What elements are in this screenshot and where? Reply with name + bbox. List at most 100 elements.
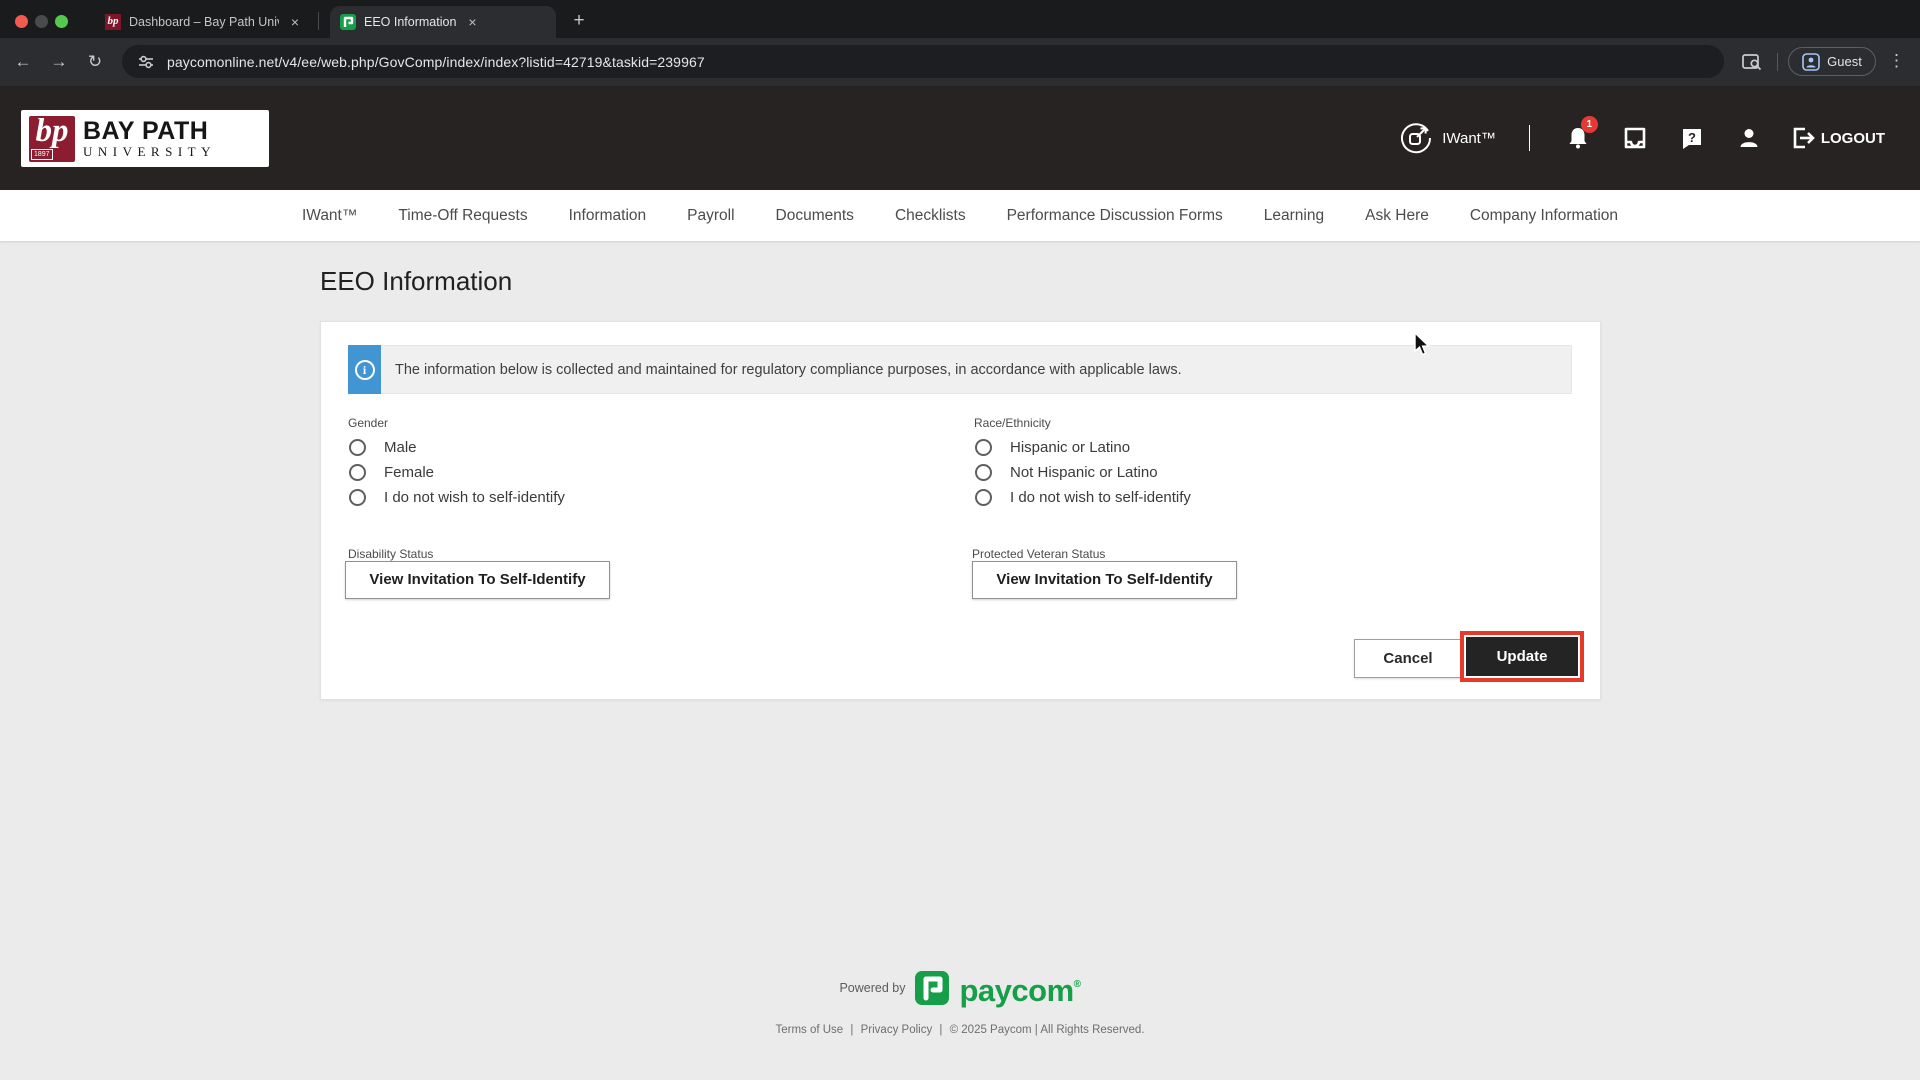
radio-icon[interactable] xyxy=(975,489,992,506)
radio-icon[interactable] xyxy=(975,439,992,456)
app-header: bp 1897 BAY PATH UNIVERSITY IWant™ 1 xyxy=(0,86,1920,190)
cancel-button[interactable]: Cancel xyxy=(1354,639,1462,678)
info-icon: i xyxy=(348,345,381,394)
radio-label: I do not wish to self-identify xyxy=(384,489,565,506)
radio-icon[interactable] xyxy=(975,464,992,481)
tab-search-icon[interactable] xyxy=(1741,51,1763,73)
tab-title: Dashboard – Bay Path Univers xyxy=(129,15,279,29)
toolbar-divider xyxy=(1777,53,1778,71)
nav-item-learning[interactable]: Learning xyxy=(1264,207,1324,225)
nav-item-company-information[interactable]: Company Information xyxy=(1470,207,1618,225)
bay-path-favicon-icon: bp xyxy=(105,14,121,30)
eeo-form-card: i The information below is collected and… xyxy=(320,321,1601,700)
traffic-light-minimize[interactable] xyxy=(35,15,48,28)
radio-option-not-hispanic[interactable]: Not Hispanic or Latino xyxy=(975,460,1191,485)
inbox-tray-icon xyxy=(1622,125,1648,151)
radio-option-male[interactable]: Male xyxy=(349,435,565,460)
nav-item-checklists[interactable]: Checklists xyxy=(895,207,966,225)
race-radio-group: Hispanic or Latino Not Hispanic or Latin… xyxy=(975,435,1191,510)
radio-icon[interactable] xyxy=(349,439,366,456)
header-actions: IWant™ 1 ? xyxy=(1399,86,1885,190)
notification-badge: 1 xyxy=(1581,116,1598,133)
radio-label: Not Hispanic or Latino xyxy=(1010,464,1158,481)
nav-item-payroll[interactable]: Payroll xyxy=(687,207,734,225)
help-button[interactable]: ? xyxy=(1677,123,1707,153)
browser-menu-button[interactable]: ⋮ xyxy=(1888,48,1905,74)
disability-status-label: Disability Status xyxy=(348,547,433,561)
iwant-label: IWant™ xyxy=(1442,130,1496,147)
logo-monogram: bp xyxy=(29,113,75,150)
paycom-logo-icon xyxy=(915,971,949,1005)
nav-item-performance-discussion-forms[interactable]: Performance Discussion Forms xyxy=(1007,207,1223,225)
logout-icon xyxy=(1791,125,1817,151)
logout-label: LOGOUT xyxy=(1821,130,1885,147)
site-info-icon[interactable] xyxy=(137,53,155,71)
terms-of-use-link[interactable]: Terms of Use xyxy=(775,1024,843,1036)
gender-label: Gender xyxy=(348,416,388,430)
page-title: EEO Information xyxy=(320,266,512,297)
browser-toolbar: ← → ↻ paycomonline.net/v4/ee/web.php/Gov… xyxy=(0,38,1920,86)
footer-separator: | xyxy=(850,1024,853,1036)
browser-profile-button[interactable]: Guest xyxy=(1788,47,1876,76)
info-glyph: i xyxy=(355,360,375,380)
radio-label: Hispanic or Latino xyxy=(1010,439,1130,456)
nav-item-information[interactable]: Information xyxy=(569,207,647,225)
url-text: paycomonline.net/v4/ee/web.php/GovComp/i… xyxy=(167,54,705,70)
tab-dashboard[interactable]: bp Dashboard – Bay Path Univers × xyxy=(95,6,317,38)
info-banner-text: The information below is collected and m… xyxy=(395,346,1182,393)
profile-button[interactable] xyxy=(1734,123,1764,153)
svg-text:?: ? xyxy=(1688,130,1696,145)
tab-close-icon[interactable]: × xyxy=(464,14,480,30)
paycom-favicon-icon xyxy=(340,14,356,30)
inbox-button[interactable] xyxy=(1620,123,1650,153)
address-bar[interactable]: paycomonline.net/v4/ee/web.php/GovComp/i… xyxy=(122,45,1724,78)
radio-label: I do not wish to self-identify xyxy=(1010,489,1191,506)
reload-button[interactable]: ↻ xyxy=(82,49,108,75)
nav-item-iwant[interactable]: IWant™ xyxy=(302,207,357,225)
header-divider xyxy=(1529,125,1530,151)
radio-icon[interactable] xyxy=(349,464,366,481)
iwant-button[interactable]: IWant™ xyxy=(1399,121,1496,155)
footer-separator: | xyxy=(939,1024,942,1036)
new-tab-button[interactable]: + xyxy=(566,8,592,34)
back-button[interactable]: ← xyxy=(10,49,36,75)
paycom-wordmark: paycom® xyxy=(959,968,1080,1008)
nav-item-documents[interactable]: Documents xyxy=(776,207,854,225)
person-icon xyxy=(1736,125,1762,151)
radio-option-race-no-self-identify[interactable]: I do not wish to self-identify xyxy=(975,485,1191,510)
forward-button[interactable]: → xyxy=(46,49,72,75)
footer-legal: Terms of Use | Privacy Policy | © 2025 P… xyxy=(0,1024,1920,1036)
tab-eeo-information[interactable]: EEO Information × xyxy=(330,6,556,38)
nav-item-ask-here[interactable]: Ask Here xyxy=(1365,207,1429,225)
logo-text: BAY PATH UNIVERSITY xyxy=(83,119,216,159)
click-highlight-annotation: Update xyxy=(1460,631,1584,682)
logout-button[interactable]: LOGOUT xyxy=(1791,125,1885,151)
iwant-icon xyxy=(1399,121,1433,155)
bay-path-logo[interactable]: bp 1897 BAY PATH UNIVERSITY xyxy=(21,110,269,167)
logo-line2: UNIVERSITY xyxy=(83,144,216,159)
profile-label: Guest xyxy=(1827,54,1862,69)
cursor-pointer xyxy=(1413,332,1432,358)
traffic-light-close[interactable] xyxy=(15,15,28,28)
tab-close-icon[interactable]: × xyxy=(287,14,303,30)
main-nav: IWant™ Time-Off Requests Information Pay… xyxy=(0,190,1920,241)
notifications-button[interactable]: 1 xyxy=(1563,123,1593,153)
radio-option-gender-no-self-identify[interactable]: I do not wish to self-identify xyxy=(349,485,565,510)
radio-option-hispanic[interactable]: Hispanic or Latino xyxy=(975,435,1191,460)
privacy-policy-link[interactable]: Privacy Policy xyxy=(861,1024,933,1036)
radio-label: Female xyxy=(384,464,434,481)
logo-line1: BAY PATH xyxy=(83,119,216,144)
radio-option-female[interactable]: Female xyxy=(349,460,565,485)
nav-item-time-off-requests[interactable]: Time-Off Requests xyxy=(398,207,527,225)
info-banner: i The information below is collected and… xyxy=(348,345,1572,394)
registered-mark: ® xyxy=(1074,979,1081,990)
disability-invitation-button[interactable]: View Invitation To Self-Identify xyxy=(345,561,610,599)
veteran-invitation-button[interactable]: View Invitation To Self-Identify xyxy=(972,561,1237,599)
update-button[interactable]: Update xyxy=(1466,637,1578,676)
powered-by-row: Powered by paycom® xyxy=(0,968,1920,1008)
traffic-light-zoom[interactable] xyxy=(55,15,68,28)
copyright-text: © 2025 Paycom | All Rights Reserved. xyxy=(950,1024,1145,1036)
radio-icon[interactable] xyxy=(349,489,366,506)
powered-by-label: Powered by xyxy=(839,981,905,995)
gender-radio-group: Male Female I do not wish to self-identi… xyxy=(349,435,565,510)
